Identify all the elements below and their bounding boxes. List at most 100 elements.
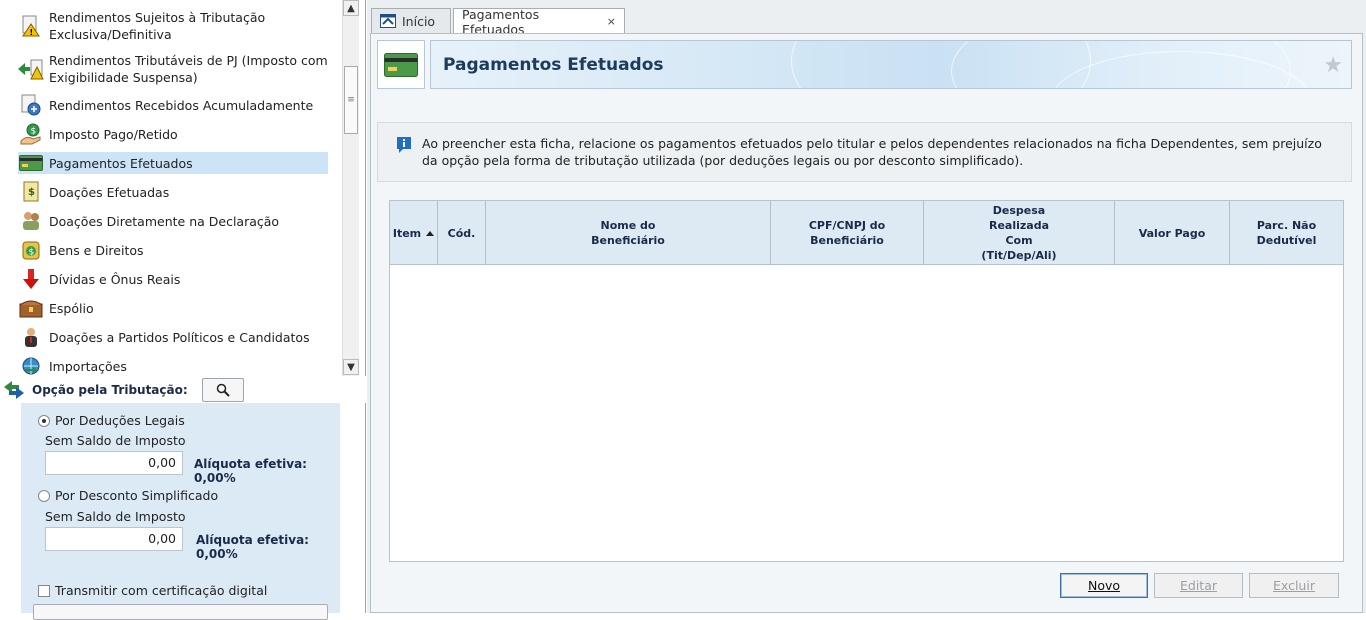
deducoes-value-field: 0,00 bbox=[45, 451, 183, 475]
col-despesa[interactable]: Despesa Realizada Com (Tit/Dep/Ali) bbox=[924, 201, 1115, 265]
bottom-action-button[interactable] bbox=[33, 604, 328, 620]
sidebar-item-importacoes[interactable]: Importações bbox=[18, 354, 328, 376]
table-header: Item Cód. Nome do Beneficiário CPF/CNPJ … bbox=[390, 201, 1343, 265]
sidebar-item-rendimentos-exclusivos[interactable]: ! Rendimentos Sujeitos à Tributação Excl… bbox=[18, 9, 328, 43]
col-nome[interactable]: Nome do Beneficiário bbox=[486, 201, 771, 265]
politician-icon bbox=[18, 325, 44, 349]
title-banner: Pagamentos Efetuados ★ bbox=[430, 40, 1352, 89]
search-icon bbox=[216, 383, 230, 397]
donation-doc-icon: $ bbox=[18, 180, 44, 204]
col-label: Nome do Beneficiário bbox=[591, 219, 665, 247]
sidebar-item-label: Doações a Partidos Políticos e Candidato… bbox=[49, 329, 310, 345]
sidebar-item-label: Importações bbox=[49, 358, 127, 374]
sidebar-item-label: Doações Efetuadas bbox=[49, 184, 170, 200]
transmit-label: Transmitir com certificação digital bbox=[55, 583, 268, 598]
col-label: Valor Pago bbox=[1138, 226, 1206, 240]
suspended-income-icon bbox=[18, 57, 44, 81]
saldo-label: Sem Saldo de Imposto bbox=[45, 433, 186, 448]
credit-card-icon bbox=[18, 151, 44, 175]
button-label: Excluir bbox=[1273, 578, 1315, 593]
treasure-chest-icon bbox=[18, 296, 44, 320]
scroll-up-arrow-icon[interactable]: ▲ bbox=[343, 0, 359, 16]
col-label: Cód. bbox=[447, 226, 476, 240]
money-bag-icon: $ bbox=[18, 238, 44, 262]
tributacao-label: Opção pela Tributação: bbox=[32, 382, 188, 397]
warning-doc-icon: ! bbox=[18, 14, 44, 38]
col-label: Item bbox=[392, 226, 422, 240]
search-button[interactable] bbox=[201, 377, 244, 402]
info-text: Ao preencher esta ficha, relacione os pa… bbox=[422, 136, 1322, 168]
excluir-button[interactable]: Excluir bbox=[1249, 573, 1339, 598]
sidebar-item-doacoes-diretas[interactable]: Doações Diretamente na Declaração bbox=[18, 209, 328, 233]
tab-bar: Início Pagamentos Efetuados × bbox=[367, 0, 1366, 37]
sidebar-item-bens-direitos[interactable]: $ Bens e Direitos bbox=[18, 238, 328, 262]
tab-inicio[interactable]: Início bbox=[371, 8, 451, 33]
close-icon[interactable]: × bbox=[607, 15, 616, 28]
editar-button[interactable]: Editar bbox=[1154, 573, 1243, 598]
radio-desconto-simplificado[interactable] bbox=[38, 489, 50, 502]
option-label: Por Deduções Legais bbox=[55, 413, 185, 428]
sidebar-item-label: Rendimentos Tributáveis de PJ (Imposto c… bbox=[49, 53, 328, 85]
sidebar-item-label: Dívidas e Ônus Reais bbox=[49, 271, 181, 287]
novo-button[interactable]: Novo bbox=[1060, 573, 1148, 598]
option-desconto-simplificado[interactable]: Por Desconto Simplificado bbox=[38, 488, 218, 503]
transmit-checkbox-row[interactable]: Transmitir com certificação digital bbox=[38, 583, 267, 598]
col-cod[interactable]: Cód. bbox=[438, 201, 486, 265]
page-title: Pagamentos Efetuados bbox=[443, 55, 664, 75]
sidebar-item-label: Pagamentos Efetuados bbox=[49, 155, 193, 171]
svg-text:$: $ bbox=[29, 248, 35, 258]
col-item[interactable]: Item bbox=[390, 201, 438, 265]
import-globe-icon bbox=[18, 354, 44, 376]
option-deducoes-legais[interactable]: Por Deduções Legais bbox=[38, 413, 185, 428]
tree-scrollbar[interactable]: ▲ ≡ ▼ bbox=[342, 0, 359, 376]
people-donation-icon bbox=[18, 209, 44, 233]
info-box: Ao preencher esta ficha, relacione os pa… bbox=[377, 122, 1352, 182]
svg-text:!: ! bbox=[30, 28, 34, 37]
payments-table: Item Cód. Nome do Beneficiário CPF/CNPJ … bbox=[389, 200, 1344, 562]
col-parc-nao-dedutivel[interactable]: Parc. Não Dedutível bbox=[1230, 201, 1343, 265]
info-icon bbox=[396, 136, 412, 157]
sidebar-item-pagamentos-efetuados[interactable]: Pagamentos Efetuados bbox=[18, 152, 328, 174]
content-panel: Pagamentos Efetuados ★ Ao preencher esta… bbox=[370, 33, 1363, 613]
col-cpf-cnpj[interactable]: CPF/CNPJ do Beneficiário bbox=[771, 201, 924, 265]
col-valor-pago[interactable]: Valor Pago bbox=[1115, 201, 1230, 265]
favorite-star-icon[interactable]: ★ bbox=[1323, 53, 1343, 78]
sidebar-item-espolio[interactable]: Espólio bbox=[18, 296, 328, 320]
sidebar-item-imposto-pago[interactable]: $ Imposto Pago/Retido bbox=[18, 122, 328, 146]
tributacao-panel: Por Deduções Legais Sem Saldo de Imposto… bbox=[21, 403, 340, 620]
col-label: Despesa Realizada Com (Tit/Dep/Ali) bbox=[981, 204, 1057, 262]
sidebar-item-label: Rendimentos Recebidos Acumuladamente bbox=[49, 97, 314, 113]
radio-deducoes-legais[interactable] bbox=[38, 414, 50, 427]
tab-pagamentos-efetuados[interactable]: Pagamentos Efetuados × bbox=[453, 6, 625, 37]
scroll-down-arrow-icon[interactable]: ▼ bbox=[343, 359, 359, 375]
saldo-label: Sem Saldo de Imposto bbox=[45, 509, 186, 524]
option-label: Por Desconto Simplificado bbox=[55, 488, 219, 503]
home-icon bbox=[380, 14, 396, 28]
sidebar-item-label: Rendimentos Sujeitos à Tributação Exclus… bbox=[49, 10, 266, 42]
sidebar-item-doacoes-efetuadas[interactable]: $ Doações Efetuadas bbox=[18, 180, 328, 204]
svg-text:$: $ bbox=[31, 127, 37, 137]
aliquota-label: Alíquota efetiva: 0,00% bbox=[196, 533, 309, 561]
tab-label: Início bbox=[402, 13, 436, 29]
sidebar-item-rendimentos-suspensos[interactable]: Rendimentos Tributáveis de PJ (Imposto c… bbox=[18, 52, 328, 86]
accumulated-income-icon bbox=[18, 93, 44, 117]
sort-asc-icon bbox=[426, 230, 435, 236]
sidebar-item-dividas[interactable]: Dívidas e Ônus Reais bbox=[18, 267, 328, 291]
hand-coin-icon: $ bbox=[18, 122, 44, 146]
transmit-checkbox[interactable] bbox=[38, 584, 50, 597]
sidebar-item-doacoes-partidos[interactable]: Doações a Partidos Políticos e Candidato… bbox=[18, 325, 328, 349]
sidebar-item-label: Imposto Pago/Retido bbox=[49, 126, 178, 142]
tab-label: Pagamentos Efetuados bbox=[462, 6, 540, 37]
col-label: Parc. Não Dedutível bbox=[1256, 219, 1317, 247]
credit-card-icon bbox=[377, 40, 425, 89]
button-label: Novo bbox=[1087, 578, 1121, 593]
page-header: Pagamentos Efetuados ★ bbox=[377, 40, 1352, 90]
scroll-thumb[interactable]: ≡ bbox=[344, 66, 358, 134]
left-sidebar: ! Rendimentos Sujeitos à Tributação Excl… bbox=[0, 0, 366, 620]
tributacao-header: Opção pela Tributação: bbox=[0, 376, 366, 403]
desconto-value-field: 0,00 bbox=[45, 527, 183, 551]
sidebar-item-rendimentos-acumulados[interactable]: Rendimentos Recebidos Acumuladamente bbox=[18, 93, 328, 117]
col-label: CPF/CNPJ do Beneficiário bbox=[808, 219, 886, 247]
main-area: Início Pagamentos Efetuados × Pagamentos… bbox=[367, 0, 1366, 613]
aliquota-label: Alíquota efetiva: 0,00% bbox=[194, 457, 307, 485]
